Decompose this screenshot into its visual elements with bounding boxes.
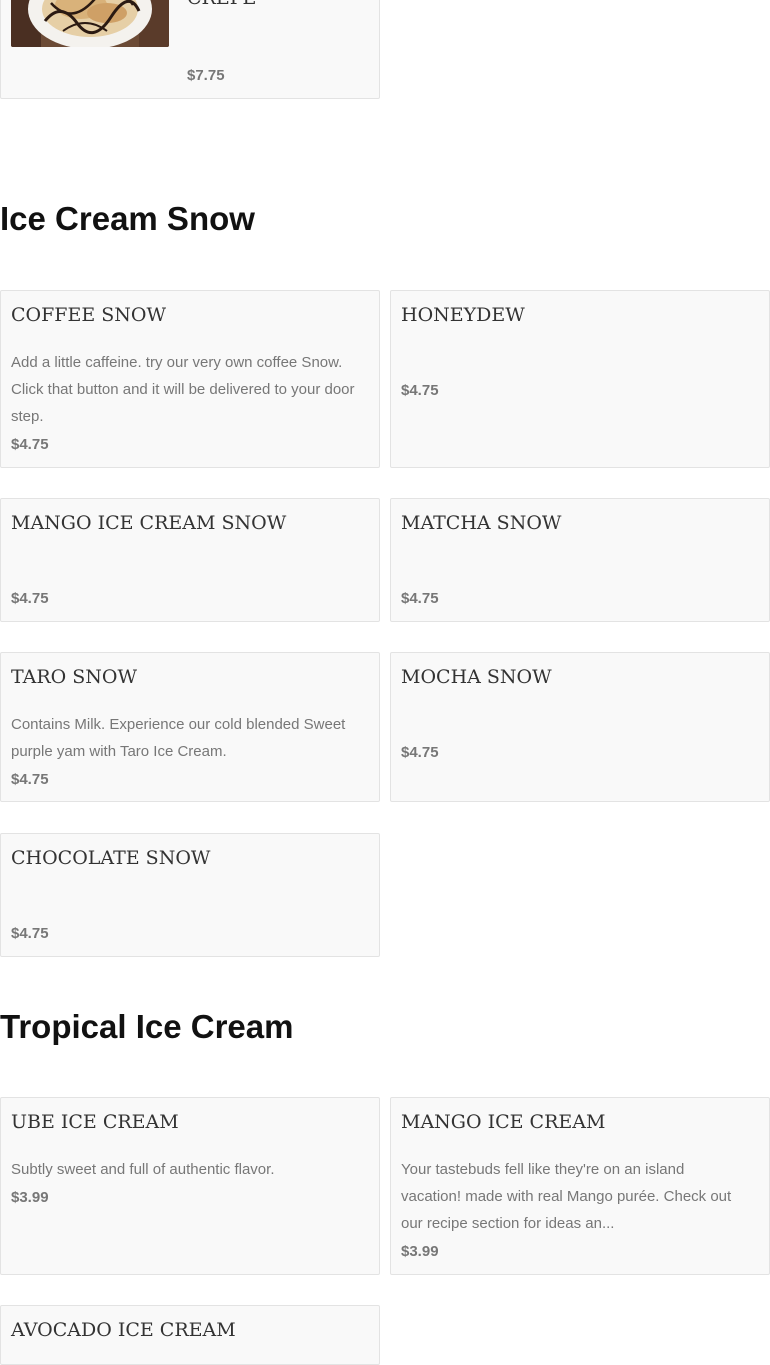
menu-item-chocolate-snow[interactable]: CHOCOLATE SNOW $4.75 [0, 833, 380, 957]
menu-item-title: MANGO ICE CREAM [401, 1111, 606, 1133]
menu-item-title: UBE ICE CREAM [11, 1111, 179, 1133]
menu-item-title: TARO SNOW [11, 666, 138, 688]
menu-item-mango-ice-cream[interactable]: MANGO ICE CREAM Your tastebuds fell like… [390, 1097, 770, 1275]
menu-item-title: MOCHA SNOW [401, 666, 552, 688]
menu-item-price: $4.75 [401, 382, 439, 399]
menu-item-coffee-snow[interactable]: COFFEE SNOW Add a little caffeine. try o… [0, 290, 380, 468]
menu-item-taro-snow[interactable]: TARO SNOW Contains Milk. Experience our … [0, 652, 380, 802]
menu-item-matcha-snow[interactable]: MATCHA SNOW $4.75 [390, 498, 770, 622]
menu-item-price: $4.75 [11, 436, 49, 453]
menu-item-price: $4.75 [401, 744, 439, 761]
menu-item-title: COFFEE SNOW [11, 304, 167, 326]
menu-item-description: Your tastebuds fell like they're on an i… [401, 1161, 732, 1232]
menu-item-title: CHOCOLATE SNOW [11, 847, 211, 869]
menu-item-price: $4.75 [11, 771, 49, 788]
menu-item-description: Add a little caffeine. try our very own … [11, 354, 355, 425]
menu-item-price: $4.75 [11, 590, 49, 607]
menu-item-description: Contains Milk. Experience our cold blend… [11, 716, 346, 760]
crepe-photo [11, 0, 169, 47]
menu-item-price: $7.75 [187, 67, 225, 84]
menu-item-mango-ice-cream-snow[interactable]: MANGO ICE CREAM SNOW $4.75 [0, 498, 380, 622]
menu-item-price: $3.99 [401, 1243, 439, 1260]
menu-item-mocha-snow[interactable]: MOCHA SNOW $4.75 [390, 652, 770, 802]
section-heading-ice-cream-snow: Ice Cream Snow [0, 200, 255, 237]
menu-item-crepe[interactable]: CREPE $7.75 [0, 0, 380, 99]
menu-item-ube-ice-cream[interactable]: UBE ICE CREAM Subtly sweet and full of a… [0, 1097, 380, 1275]
menu-item-title: HONEYDEW [401, 304, 525, 326]
menu-item-price: $3.99 [11, 1189, 49, 1206]
menu-item-description: Subtly sweet and full of authentic flavo… [11, 1161, 275, 1178]
menu-item-title: MANGO ICE CREAM SNOW [11, 512, 287, 534]
menu-item-title: AVOCADO ICE CREAM [11, 1319, 236, 1341]
menu-item-avocado-ice-cream[interactable]: AVOCADO ICE CREAM [0, 1305, 380, 1365]
menu-item-title: MATCHA SNOW [401, 512, 562, 534]
menu-item-title: CREPE [187, 0, 256, 9]
section-heading-tropical-ice-cream: Tropical Ice Cream [0, 1008, 294, 1045]
menu-item-honeydew[interactable]: HONEYDEW $4.75 [390, 290, 770, 468]
menu-item-price: $4.75 [11, 925, 49, 942]
menu-item-price: $4.75 [401, 590, 439, 607]
